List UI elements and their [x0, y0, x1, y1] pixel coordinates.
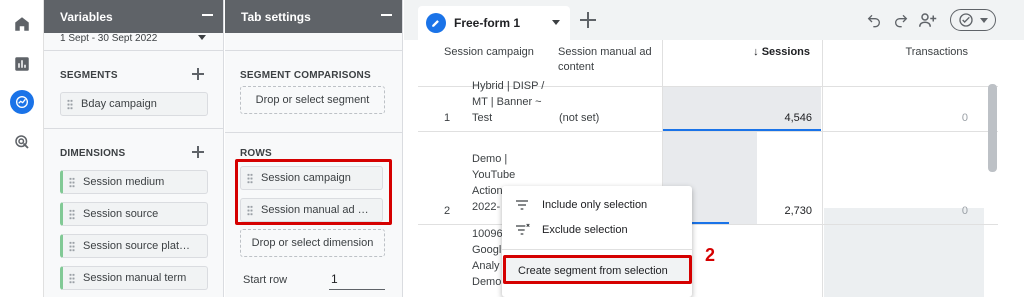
tab-settings-panel: Tab settings SEGMENT COMPARISONS Drop or… [225, 0, 403, 297]
divider [44, 50, 223, 51]
row-index: 1 [444, 112, 451, 124]
cell-sessions[interactable]: 2,730 [734, 205, 812, 217]
row-index: 2 [444, 205, 451, 217]
date-range-selector[interactable]: 1 Sept - 30 Sept 2022 [60, 33, 210, 44]
divider [225, 50, 402, 51]
explore-icon[interactable] [10, 90, 34, 114]
tab-label: Free-form 1 [454, 16, 521, 30]
dimension-chip[interactable]: Session source [60, 202, 208, 226]
callout-2: 2 [705, 245, 716, 265]
status-menu-button[interactable] [950, 9, 996, 31]
divider [225, 132, 402, 133]
column-header-transactions[interactable]: Transactions [828, 40, 968, 86]
highlight-box-rows [235, 159, 392, 225]
segment-comparisons-title: SEGMENT COMPARISONS [240, 70, 371, 81]
variables-title: Variables [60, 9, 113, 24]
reports-icon[interactable] [10, 52, 34, 76]
segment-chip[interactable]: Bday campaign [60, 92, 208, 116]
start-row-input[interactable]: 1 [329, 272, 385, 290]
redo-icon[interactable] [891, 10, 911, 30]
divider [502, 249, 692, 250]
segment-label: Bday campaign [81, 98, 157, 110]
tab-free-form[interactable]: Free-form 1 [418, 6, 570, 40]
filter-icon [516, 200, 528, 210]
divider [44, 128, 223, 129]
segments-title: SEGMENTS [60, 70, 118, 81]
highlight-box-create-segment [503, 255, 692, 284]
cell-transactions[interactable]: 0 [904, 112, 968, 124]
share-users-icon[interactable] [918, 10, 938, 30]
dimension-label: Session manual term [83, 272, 187, 284]
sessions-bar-bg [663, 87, 821, 131]
cell-campaign[interactable]: Hybrid | DISP / MT | Banner ~ Test [472, 78, 554, 130]
menu-include-only-selection[interactable]: Include only selection [502, 192, 692, 218]
dimension-dropzone[interactable]: Drop or select dimension [240, 229, 385, 257]
dimensions-title: DIMENSIONS [60, 148, 126, 159]
variables-header: Variables [44, 0, 223, 33]
collapse-tab-settings-icon[interactable] [381, 14, 392, 16]
cell-ad-content[interactable]: (not set) [559, 110, 599, 126]
menu-item-label: Exclude selection [542, 224, 628, 236]
variables-panel: Variables 1 Sept - 30 Sept 2022 SEGMENTS… [44, 0, 224, 297]
dimension-label: Session medium [83, 176, 165, 188]
tab-bar: Free-form 1 [404, 0, 1024, 40]
date-range-label: 1 Sept - 30 Sept 2022 [60, 33, 158, 44]
menu-exclude-selection[interactable]: Exclude selection [502, 217, 692, 243]
cell-bg [824, 208, 984, 297]
drag-handle-icon[interactable] [69, 177, 75, 188]
pencil-icon [426, 13, 446, 33]
dimension-chip[interactable]: Session source plat… [60, 234, 208, 258]
home-icon[interactable] [10, 12, 34, 36]
tab-settings-header: Tab settings [225, 0, 402, 33]
filter-exclude-icon [516, 223, 530, 235]
cell-transactions[interactable]: 0 [904, 205, 968, 217]
cell-sessions[interactable]: 4,546 [734, 112, 812, 124]
dimension-label: Session source plat… [83, 240, 190, 252]
advertising-icon[interactable] [10, 130, 34, 154]
tab-settings-title: Tab settings [241, 9, 311, 24]
dimension-label: Session source [83, 208, 159, 220]
add-dimension-icon[interactable] [192, 146, 204, 158]
drag-handle-icon[interactable] [69, 273, 75, 284]
chevron-down-icon [980, 17, 988, 23]
collapse-variables-icon[interactable] [202, 14, 213, 16]
dimension-chip[interactable]: Session medium [60, 170, 208, 194]
column-header-ad-content[interactable]: Session manual ad content [558, 40, 658, 86]
start-row-label: Start row [243, 274, 288, 286]
vertical-scrollbar[interactable] [988, 84, 997, 172]
segment-dropzone[interactable]: Drop or select segment [240, 86, 385, 114]
undo-icon[interactable] [864, 10, 884, 30]
cell-campaign-text: Hybrid | DISP / MT | Banner ~ Test [472, 80, 545, 124]
dimension-chip[interactable]: Session manual term [60, 266, 208, 290]
check-circle-icon [959, 13, 973, 27]
add-segment-icon[interactable] [192, 68, 204, 80]
chevron-down-icon [198, 35, 206, 40]
menu-item-label: Include only selection [542, 199, 648, 211]
rows-title: ROWS [240, 148, 272, 159]
drag-handle-icon[interactable] [69, 209, 75, 220]
column-header-sessions[interactable]: ↓ Sessions [666, 40, 810, 86]
left-nav-rail [0, 0, 44, 297]
chevron-down-icon[interactable] [552, 20, 560, 25]
add-tab-icon[interactable] [579, 11, 597, 29]
divider [822, 40, 823, 297]
drag-handle-icon[interactable] [69, 241, 75, 252]
drag-handle-icon[interactable] [67, 99, 73, 110]
